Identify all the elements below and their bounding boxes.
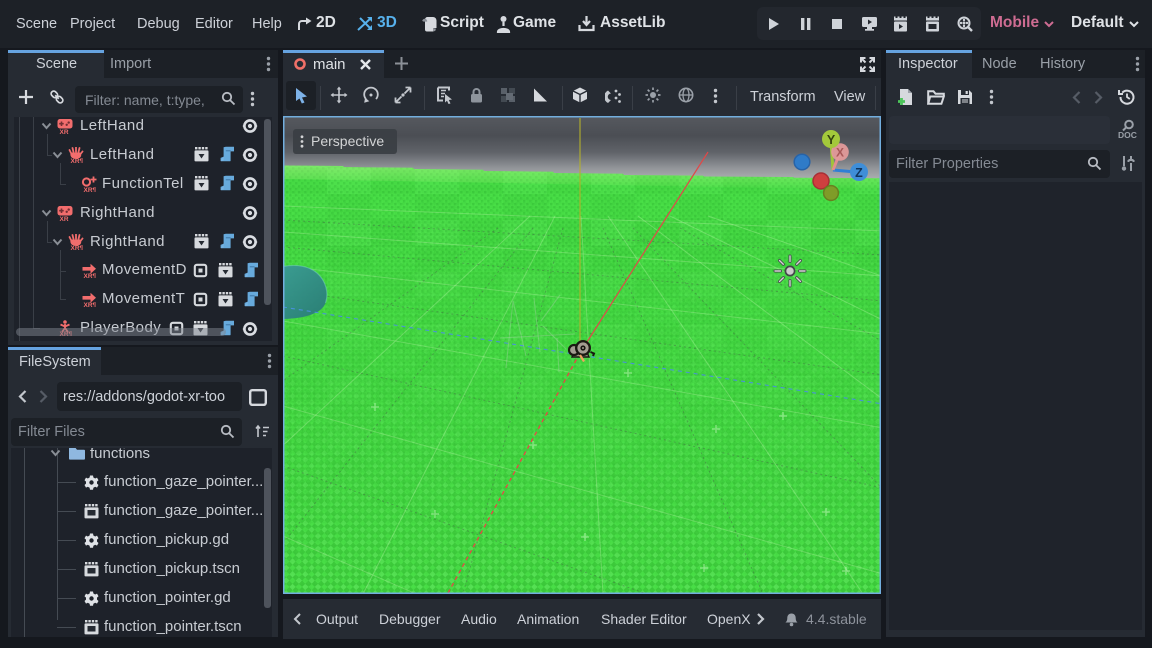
svg-text:X: X: [836, 145, 844, 159]
svg-text:XR¶: XR¶: [84, 187, 97, 192]
svg-text:DOC: DOC: [1118, 130, 1137, 140]
svg-text:XR: XR: [60, 129, 69, 134]
svg-text:XR¶: XR¶: [71, 158, 84, 163]
svg-text:XR: XR: [60, 216, 69, 221]
svg-text:Y: Y: [827, 133, 836, 147]
svg-text:XR¶: XR¶: [84, 273, 97, 278]
svg-text:Z: Z: [855, 166, 863, 180]
svg-text:XR¶: XR¶: [71, 245, 84, 250]
svg-text:XR¶: XR¶: [84, 302, 97, 307]
